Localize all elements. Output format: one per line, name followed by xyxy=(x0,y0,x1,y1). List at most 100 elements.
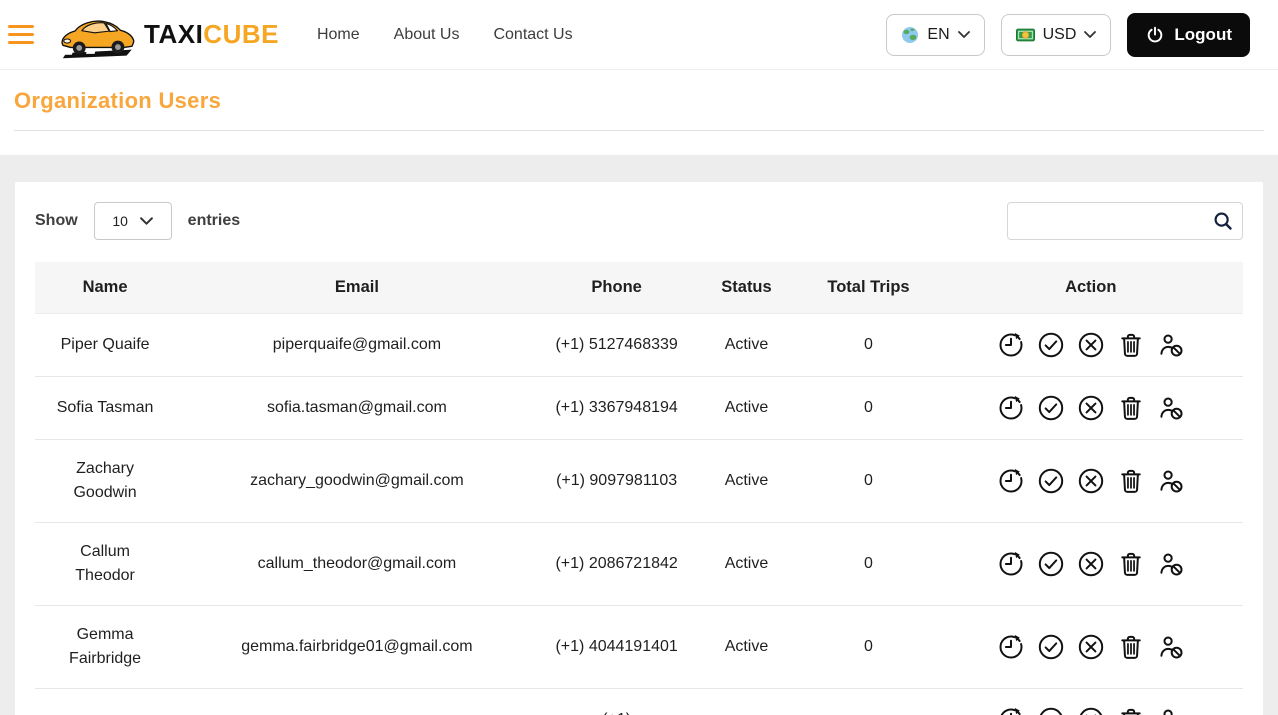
cell-email: piperquaife@gmail.com xyxy=(175,313,539,377)
nav-link-contact-us[interactable]: Contact Us xyxy=(493,26,572,44)
approve-icon xyxy=(1037,633,1065,661)
reject-button[interactable] xyxy=(1077,633,1105,661)
approve-button[interactable] xyxy=(1037,706,1065,715)
hamburger-menu-icon[interactable] xyxy=(8,25,34,44)
cell-status: Active xyxy=(694,313,799,377)
delete-button[interactable] xyxy=(1117,331,1145,359)
delete-button[interactable] xyxy=(1117,633,1145,661)
table-row: Callum Theodor callum_theodor@gmail.com … xyxy=(35,522,1243,606)
block-user-icon xyxy=(1157,467,1185,495)
cell-email: callum_theodor@gmail.com xyxy=(175,522,539,606)
search-input[interactable] xyxy=(1007,202,1243,240)
cell-name: Callum Theodor xyxy=(35,522,176,606)
reject-icon xyxy=(1077,394,1105,422)
cell-total-trips: 0 xyxy=(798,313,939,377)
history-icon xyxy=(997,467,1025,495)
history-icon xyxy=(997,550,1025,578)
approve-button[interactable] xyxy=(1037,550,1065,578)
block-user-button[interactable] xyxy=(1157,394,1185,422)
block-user-button[interactable] xyxy=(1157,706,1185,715)
block-user-button[interactable] xyxy=(1157,550,1185,578)
column-header-action: Action xyxy=(938,262,1243,314)
cell-status xyxy=(694,688,799,715)
approve-button[interactable] xyxy=(1037,394,1065,422)
history-button[interactable] xyxy=(997,633,1025,661)
column-header-status: Status xyxy=(694,262,799,314)
content-area: Show 10 entries Name Email Phone Status … xyxy=(0,182,1278,715)
cell-phone: (+1) 9097981103 xyxy=(538,439,695,523)
table-row: Sofia Tasman sofia.tasman@gmail.com (+1)… xyxy=(35,376,1243,440)
history-button[interactable] xyxy=(997,331,1025,359)
cell-name: Piper Quaife xyxy=(35,313,176,377)
cell-phone: (+1) 5127468339 xyxy=(538,313,695,377)
logout-button[interactable]: Logout xyxy=(1127,12,1250,57)
column-header-total-trips: Total Trips xyxy=(798,262,939,314)
delete-button[interactable] xyxy=(1117,706,1145,715)
power-icon xyxy=(1145,25,1165,45)
table-row: Piper Quaife piperquaife@gmail.com (+1) … xyxy=(35,313,1243,377)
cell-status: Active xyxy=(694,605,799,689)
block-user-button[interactable] xyxy=(1157,331,1185,359)
column-header-phone: Phone xyxy=(538,262,695,314)
cell-name: Zachary Goodwin xyxy=(35,439,176,523)
history-button[interactable] xyxy=(997,550,1025,578)
approve-button[interactable] xyxy=(1037,331,1065,359)
cell-actions xyxy=(938,522,1243,606)
approve-button[interactable] xyxy=(1037,467,1065,495)
nav-link-home[interactable]: Home xyxy=(317,26,360,44)
cell-total-trips: 0 xyxy=(798,605,939,689)
cell-actions xyxy=(938,688,1243,715)
block-user-button[interactable] xyxy=(1157,633,1185,661)
top-navbar: TAXICUBE Home About Us Contact Us EN USD… xyxy=(0,0,1278,70)
currency-selected: USD xyxy=(1042,25,1077,43)
approve-button[interactable] xyxy=(1037,633,1065,661)
nav-link-about-us[interactable]: About Us xyxy=(394,26,460,44)
cell-phone: (+1) xyxy=(538,688,695,715)
table-row: Gemma Fairbridge gemma.fairbridge01@gmai… xyxy=(35,605,1243,689)
approve-icon xyxy=(1037,331,1065,359)
column-header-name: Name xyxy=(35,262,176,314)
page-title: Organization Users xyxy=(14,88,222,113)
reject-button[interactable] xyxy=(1077,467,1105,495)
history-button[interactable] xyxy=(997,394,1025,422)
chevron-down-icon xyxy=(140,217,153,226)
globe-icon xyxy=(901,26,919,44)
block-user-button[interactable] xyxy=(1157,467,1185,495)
delete-button[interactable] xyxy=(1117,467,1145,495)
cell-actions xyxy=(938,313,1243,377)
block-user-icon xyxy=(1157,633,1185,661)
taxi-car-icon xyxy=(56,6,142,64)
entries-select[interactable]: 10 xyxy=(93,202,172,240)
reject-button[interactable] xyxy=(1077,706,1105,715)
history-button[interactable] xyxy=(997,706,1025,715)
reject-icon xyxy=(1077,331,1105,359)
reject-button[interactable] xyxy=(1077,331,1105,359)
chevron-down-icon xyxy=(1084,31,1096,39)
delete-icon xyxy=(1117,706,1145,715)
cell-actions xyxy=(938,605,1243,689)
block-user-icon xyxy=(1157,550,1185,578)
cell-total-trips xyxy=(798,688,939,715)
brand-logo[interactable]: TAXICUBE xyxy=(56,6,279,64)
approve-icon xyxy=(1037,394,1065,422)
entries-label: entries xyxy=(187,212,241,229)
cell-name: Gemma Fairbridge xyxy=(35,605,176,689)
language-selected: EN xyxy=(927,25,950,43)
search-box xyxy=(1007,202,1243,240)
currency-selector[interactable]: USD xyxy=(1000,13,1112,56)
reject-button[interactable] xyxy=(1077,550,1105,578)
entries-selected-value: 10 xyxy=(112,213,128,229)
cell-status: Active xyxy=(694,522,799,606)
reject-button[interactable] xyxy=(1077,394,1105,422)
history-button[interactable] xyxy=(997,467,1025,495)
language-selector[interactable]: EN xyxy=(886,13,985,56)
reject-icon xyxy=(1077,550,1105,578)
cell-email: gemma.fairbridge01@gmail.com xyxy=(175,605,539,689)
delete-button[interactable] xyxy=(1117,550,1145,578)
cell-status: Active xyxy=(694,439,799,523)
cell-actions xyxy=(938,439,1243,523)
brand-name: TAXICUBE xyxy=(144,19,279,49)
delete-button[interactable] xyxy=(1117,394,1145,422)
header-actions: EN USD Logout xyxy=(886,12,1250,57)
organization-users-table: Name Email Phone Status Total Trips Acti… xyxy=(35,262,1243,715)
